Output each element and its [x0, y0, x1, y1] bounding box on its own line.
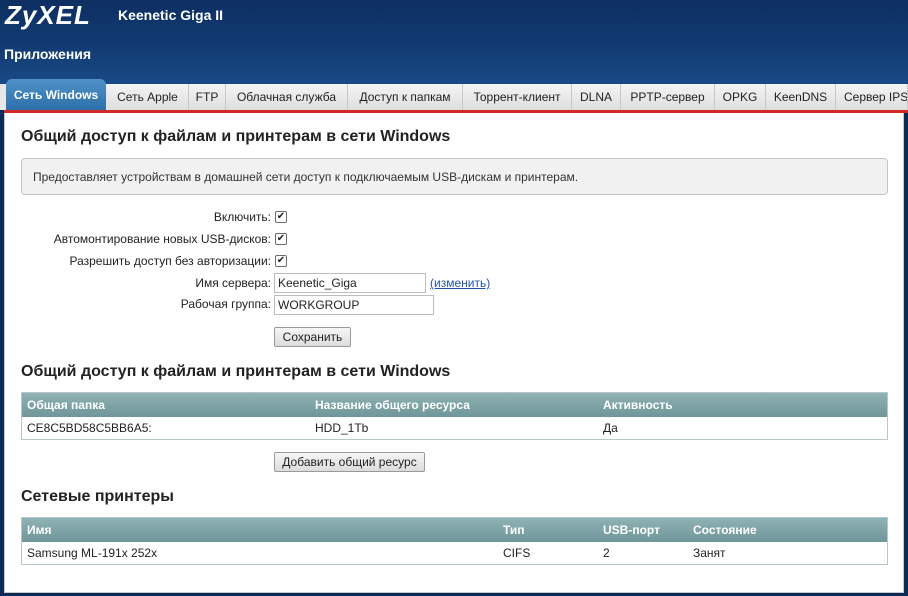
enable-checkbox[interactable]: ✔: [275, 211, 287, 223]
tab-folder-access[interactable]: Доступ к папкам: [348, 84, 463, 110]
info-box: Предоставляет устройствам в домашней сет…: [21, 158, 888, 195]
share-folder-cell: CE8C5BD58C5BB6A5:: [27, 421, 152, 435]
printer-status-cell: Занят: [693, 546, 726, 560]
tab-ftp[interactable]: FTP: [189, 84, 226, 110]
enable-label: Включить:: [213, 210, 271, 224]
add-share-button[interactable]: Добавить общий ресурс: [274, 452, 425, 472]
tab-windows-network[interactable]: Сеть Windows: [6, 79, 106, 110]
automount-label: Автомонтирование новых USB-дисков:: [53, 232, 271, 246]
printers-table-header: Имя Тип USB-порт Состояние: [22, 518, 887, 542]
tab-dlna[interactable]: DLNA: [572, 84, 621, 110]
col-printer-type: Тип: [503, 523, 525, 537]
server-name-label: Имя сервера:: [195, 276, 271, 290]
workgroup-input[interactable]: [274, 295, 434, 315]
section-title: Приложения: [4, 46, 92, 62]
table-row[interactable]: CE8C5BD58C5BB6A5: HDD_1Tb Да: [22, 417, 887, 439]
tab-cloud-service[interactable]: Облачная служба: [226, 84, 348, 110]
tab-bar: Сеть Windows Сеть Apple FTP Облачная слу…: [0, 79, 908, 110]
col-shared-folder: Общая папка: [27, 398, 105, 412]
share-activity-cell: Да: [603, 421, 618, 435]
change-server-name-link[interactable]: (изменить): [430, 276, 490, 290]
anonymous-access-label: Разрешить доступ без авторизации:: [69, 254, 271, 268]
content-panel: Общий доступ к файлам и принтерам в сети…: [4, 113, 904, 593]
tab-apple-network[interactable]: Сеть Apple: [107, 84, 189, 110]
printer-port-cell: 2: [603, 546, 610, 560]
col-share-name: Название общего ресурса: [315, 398, 470, 412]
save-button[interactable]: Сохранить: [274, 327, 351, 347]
tab-torrent-client[interactable]: Торрент-клиент: [463, 84, 572, 110]
shares-title: Общий доступ к файлам и принтерам в сети…: [21, 363, 451, 380]
printers-table: Имя Тип USB-порт Состояние Samsung ML-19…: [21, 517, 888, 565]
share-name-cell: HDD_1Tb: [315, 421, 369, 435]
tab-opkg[interactable]: OPKG: [715, 84, 766, 110]
page-title: Общий доступ к файлам и принтерам в сети…: [21, 128, 451, 145]
col-printer-status: Состояние: [693, 523, 757, 537]
workgroup-label: Рабочая группа:: [180, 297, 271, 311]
tab-ipsec-server[interactable]: Сервер IPSec: [836, 84, 908, 110]
device-model: Keenetic Giga II: [118, 7, 224, 23]
table-row[interactable]: Samsung ML-191x 252x CIFS 2 Занят: [22, 542, 887, 564]
col-printer-name: Имя: [27, 523, 52, 537]
printer-name-cell: Samsung ML-191x 252x: [27, 546, 158, 560]
tab-pptp-server[interactable]: PPTP-сервер: [621, 84, 715, 110]
col-usb-port: USB-порт: [603, 523, 660, 537]
shares-table-header: Общая папка Название общего ресурса Акти…: [22, 393, 887, 417]
zyxel-logo: ZyXEL: [5, 0, 91, 30]
col-activity: Активность: [603, 398, 673, 412]
printers-title: Сетевые принтеры: [21, 488, 174, 505]
anonymous-access-checkbox[interactable]: ✔: [275, 255, 287, 267]
shares-table: Общая папка Название общего ресурса Акти…: [21, 392, 888, 440]
server-name-input[interactable]: [274, 273, 426, 293]
printer-type-cell: CIFS: [503, 546, 531, 560]
automount-checkbox[interactable]: ✔: [275, 233, 287, 245]
app-header: ZyXEL Keenetic Giga II Приложения: [0, 0, 908, 84]
tab-keendns[interactable]: KeenDNS: [766, 84, 836, 110]
